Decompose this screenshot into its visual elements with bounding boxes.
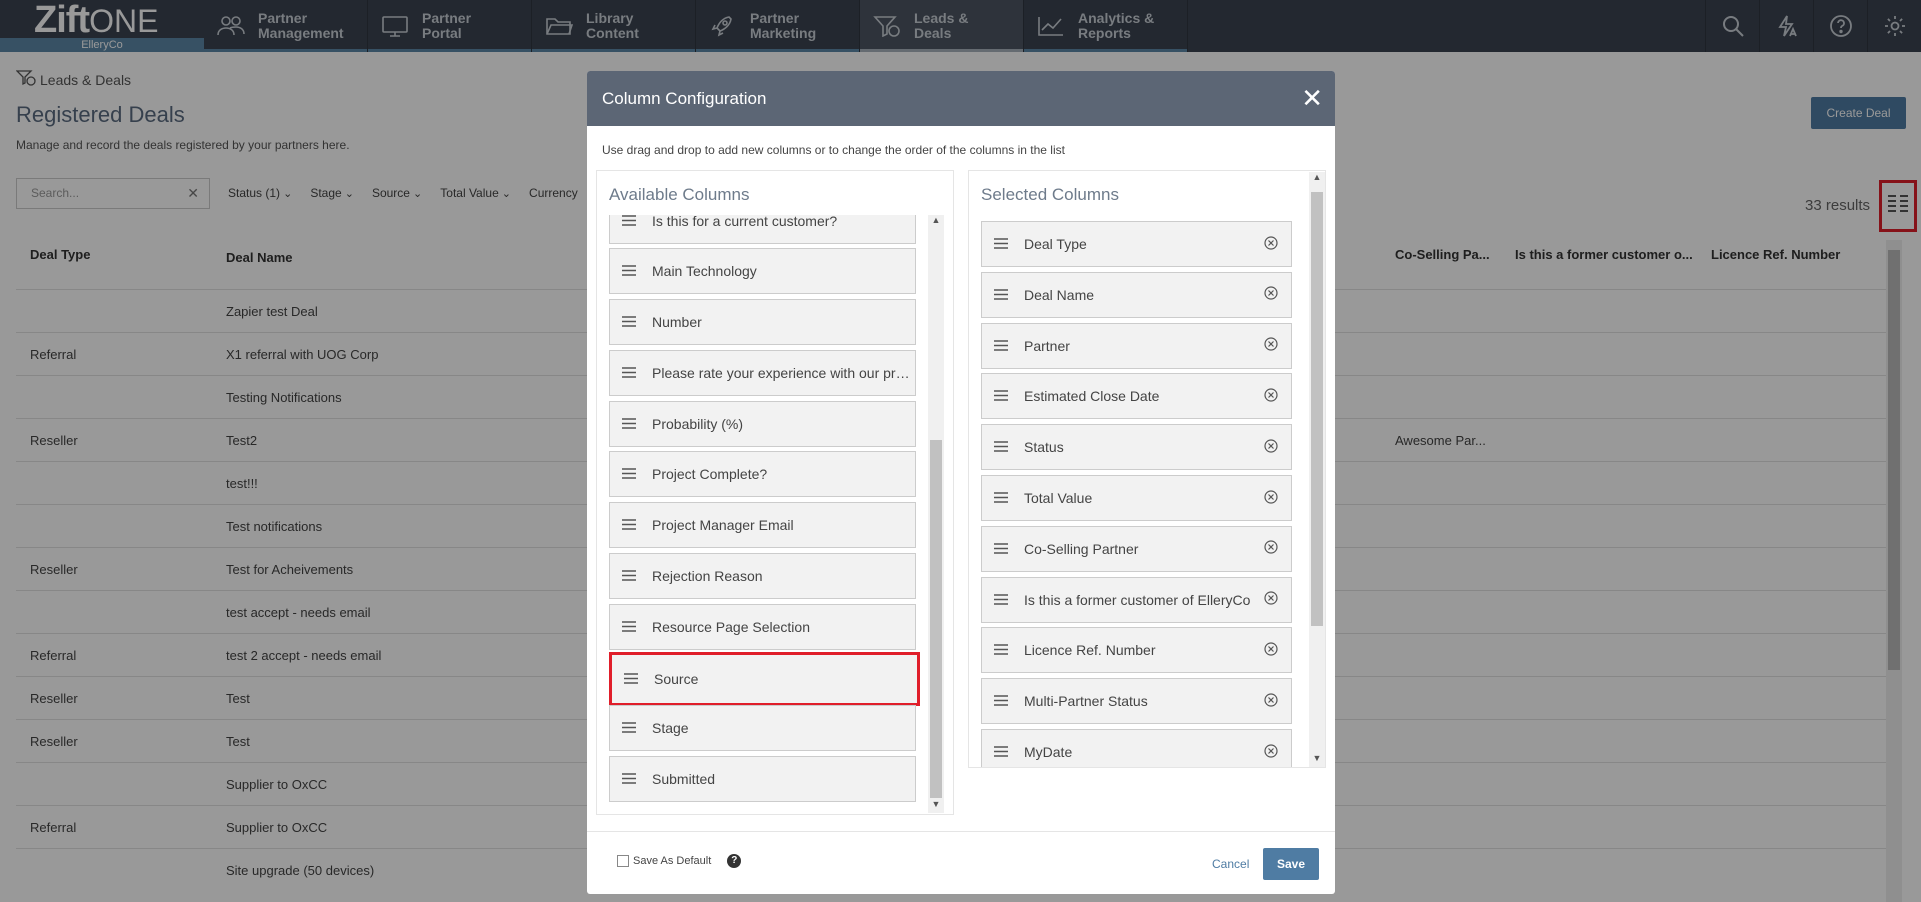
selected-column-item[interactable]: Partner [981, 322, 1292, 369]
scroll-up-icon[interactable]: ▲ [928, 215, 944, 229]
drag-handle-icon[interactable] [622, 314, 636, 330]
save-default-checkbox[interactable] [617, 855, 629, 867]
modal-title: Column Configuration [602, 89, 767, 108]
available-column-item[interactable]: Stage [609, 705, 916, 751]
remove-column-icon[interactable] [1261, 388, 1281, 405]
remove-column-icon[interactable] [1261, 439, 1281, 456]
drag-handle-icon[interactable] [994, 236, 1008, 252]
selected-scrollbar[interactable]: ▲ ▼ [1309, 172, 1325, 767]
available-column-item[interactable]: Main Technology [609, 248, 916, 294]
selected-column-item[interactable]: Estimated Close Date [981, 373, 1292, 420]
drag-handle-icon[interactable] [994, 490, 1008, 506]
selected-column-item[interactable]: Licence Ref. Number [981, 627, 1292, 674]
drag-handle-icon[interactable] [994, 744, 1008, 760]
remove-column-icon[interactable] [1261, 540, 1281, 557]
scroll-up-icon[interactable]: ▲ [1309, 172, 1325, 186]
selected-column-item[interactable]: Deal Type [981, 221, 1292, 267]
remove-column-icon[interactable] [1261, 743, 1281, 761]
cancel-button[interactable]: Cancel [1212, 857, 1249, 871]
drag-handle-icon[interactable] [622, 720, 636, 736]
drag-handle-icon[interactable] [622, 771, 636, 787]
drag-handle-icon[interactable] [994, 439, 1008, 455]
available-column-item[interactable]: Probability (%) [609, 401, 916, 447]
column-config-modal: Column Configuration ✕ Use drag and drop… [587, 71, 1335, 894]
remove-column-icon[interactable] [1261, 337, 1281, 354]
drag-handle-icon[interactable] [994, 642, 1008, 658]
drag-handle-icon[interactable] [622, 517, 636, 533]
drag-handle-icon[interactable] [994, 388, 1008, 404]
help-icon[interactable]: ? [727, 854, 742, 868]
available-columns-list: Is this for a current customer? Main Tech… [609, 215, 920, 813]
available-column-item[interactable]: Submitted [609, 756, 916, 802]
drag-handle-icon[interactable] [994, 287, 1008, 303]
available-column-item[interactable]: Please rate your experience with our pro… [609, 350, 916, 396]
modal-footer: Save As Default ? Cancel Save [587, 831, 1335, 894]
available-column-item[interactable]: Is this for a current customer? [609, 215, 916, 244]
selected-column-item[interactable]: Is this a former customer of ElleryCo [981, 576, 1292, 623]
drag-handle-icon[interactable] [622, 215, 636, 229]
available-column-item[interactable]: Source [609, 652, 920, 706]
available-column-item[interactable]: Project Manager Email [609, 502, 916, 548]
selected-columns-list: Deal Type Deal Name Partner Estimated Close… [981, 221, 1296, 767]
remove-column-icon[interactable] [1261, 693, 1281, 710]
save-button[interactable]: Save [1263, 848, 1319, 880]
selected-column-item[interactable]: Status [981, 424, 1292, 471]
drag-handle-icon[interactable] [622, 568, 636, 584]
selected-column-item[interactable]: Co-Selling Partner [981, 525, 1292, 572]
selected-columns-panel: Selected Columns Deal Type Deal Name Partn… [968, 170, 1326, 768]
remove-column-icon[interactable] [1261, 286, 1281, 303]
selected-column-item[interactable]: MyDate [981, 729, 1292, 767]
drag-handle-icon[interactable] [622, 619, 636, 635]
remove-column-icon[interactable] [1261, 489, 1281, 507]
drag-handle-icon[interactable] [622, 466, 636, 482]
drag-handle-icon[interactable] [994, 592, 1008, 608]
selected-column-item[interactable]: Total Value [981, 475, 1292, 521]
available-scrollbar[interactable]: ▲ ▼ [928, 215, 944, 813]
drag-handle-icon[interactable] [994, 693, 1008, 709]
drag-handle-icon[interactable] [994, 338, 1008, 354]
remove-column-icon[interactable] [1261, 642, 1281, 659]
drag-handle-icon[interactable] [994, 541, 1008, 557]
selected-columns-title: Selected Columns [981, 185, 1119, 204]
selected-column-item[interactable]: Multi-Partner Status [981, 678, 1292, 725]
drag-handle-icon[interactable] [622, 263, 636, 279]
modal-instructions: Use drag and drop to add new columns or … [602, 143, 1065, 157]
available-columns-panel: Available Columns Is this for a current … [596, 170, 954, 815]
available-column-item[interactable]: Number [609, 299, 916, 345]
scroll-down-icon[interactable]: ▼ [1309, 753, 1325, 767]
drag-handle-icon[interactable] [622, 416, 636, 432]
available-column-item[interactable]: Resource Page Selection [609, 604, 916, 650]
remove-column-icon[interactable] [1261, 591, 1281, 608]
available-columns-title: Available Columns [609, 185, 750, 204]
available-column-item[interactable]: Rejection Reason [609, 553, 916, 599]
drag-handle-icon[interactable] [622, 365, 636, 381]
modal-header: Column Configuration ✕ [587, 71, 1335, 126]
available-column-item[interactable]: Project Complete? [609, 451, 916, 497]
selected-column-item[interactable]: Deal Name [981, 271, 1292, 318]
remove-column-icon[interactable] [1261, 235, 1281, 253]
save-as-default[interactable]: Save As Default ? [617, 854, 742, 868]
scroll-down-icon[interactable]: ▼ [928, 799, 944, 813]
close-icon[interactable]: ✕ [1301, 71, 1323, 126]
drag-handle-icon[interactable] [624, 671, 638, 687]
